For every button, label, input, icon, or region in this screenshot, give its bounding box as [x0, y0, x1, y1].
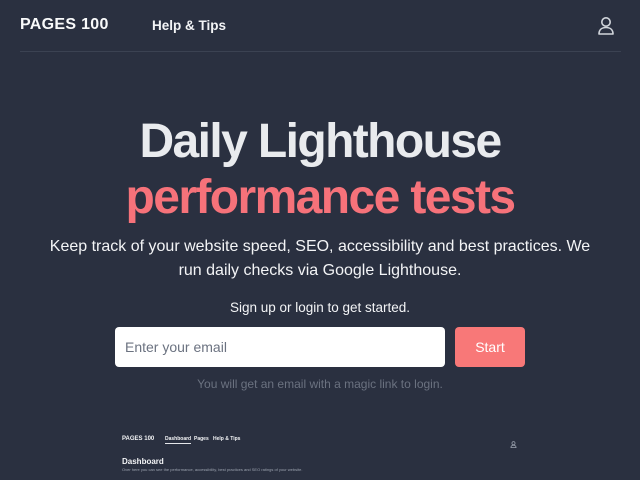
preview-nav-help-tips: Help & Tips: [213, 436, 241, 442]
header-divider: [20, 51, 621, 52]
preview-brand: PAGES 100: [122, 436, 155, 442]
user-icon[interactable]: [597, 16, 615, 35]
signup-hint: Sign up or login to get started.: [229, 300, 411, 315]
start-button[interactable]: Start: [455, 327, 525, 367]
hero-title-line-1: Daily Lighthouse: [139, 115, 502, 168]
preview-nav-pages: Pages: [194, 436, 209, 442]
email-input[interactable]: [115, 327, 445, 367]
preview-user-icon: [510, 435, 517, 448]
preview-subtitle: Over here you can see the performance, a…: [122, 467, 303, 472]
hero-title: Daily Lighthouse performance tests: [0, 114, 640, 226]
top-navbar: PAGES 100 Help & Tips: [0, 0, 640, 52]
landing-page: PAGES 100 Help & Tips Daily Lighthouse p…: [0, 0, 640, 480]
hero-description: Keep track of your website speed, SEO, a…: [49, 238, 591, 279]
magic-link-note: You will get an email with a magic link …: [197, 377, 443, 391]
preview-nav-dashboard: Dashboard: [165, 436, 192, 444]
hero-title-line-2: performance tests: [125, 171, 517, 224]
nav-help-tips-link[interactable]: Help & Tips: [152, 18, 226, 33]
dashboard-preview-thumbnail: PAGES 100 Dashboard Pages Help & Tips Da…: [115, 426, 525, 480]
brand-logo[interactable]: PAGES 100: [20, 16, 109, 34]
preview-title: Dashboard: [122, 457, 164, 466]
